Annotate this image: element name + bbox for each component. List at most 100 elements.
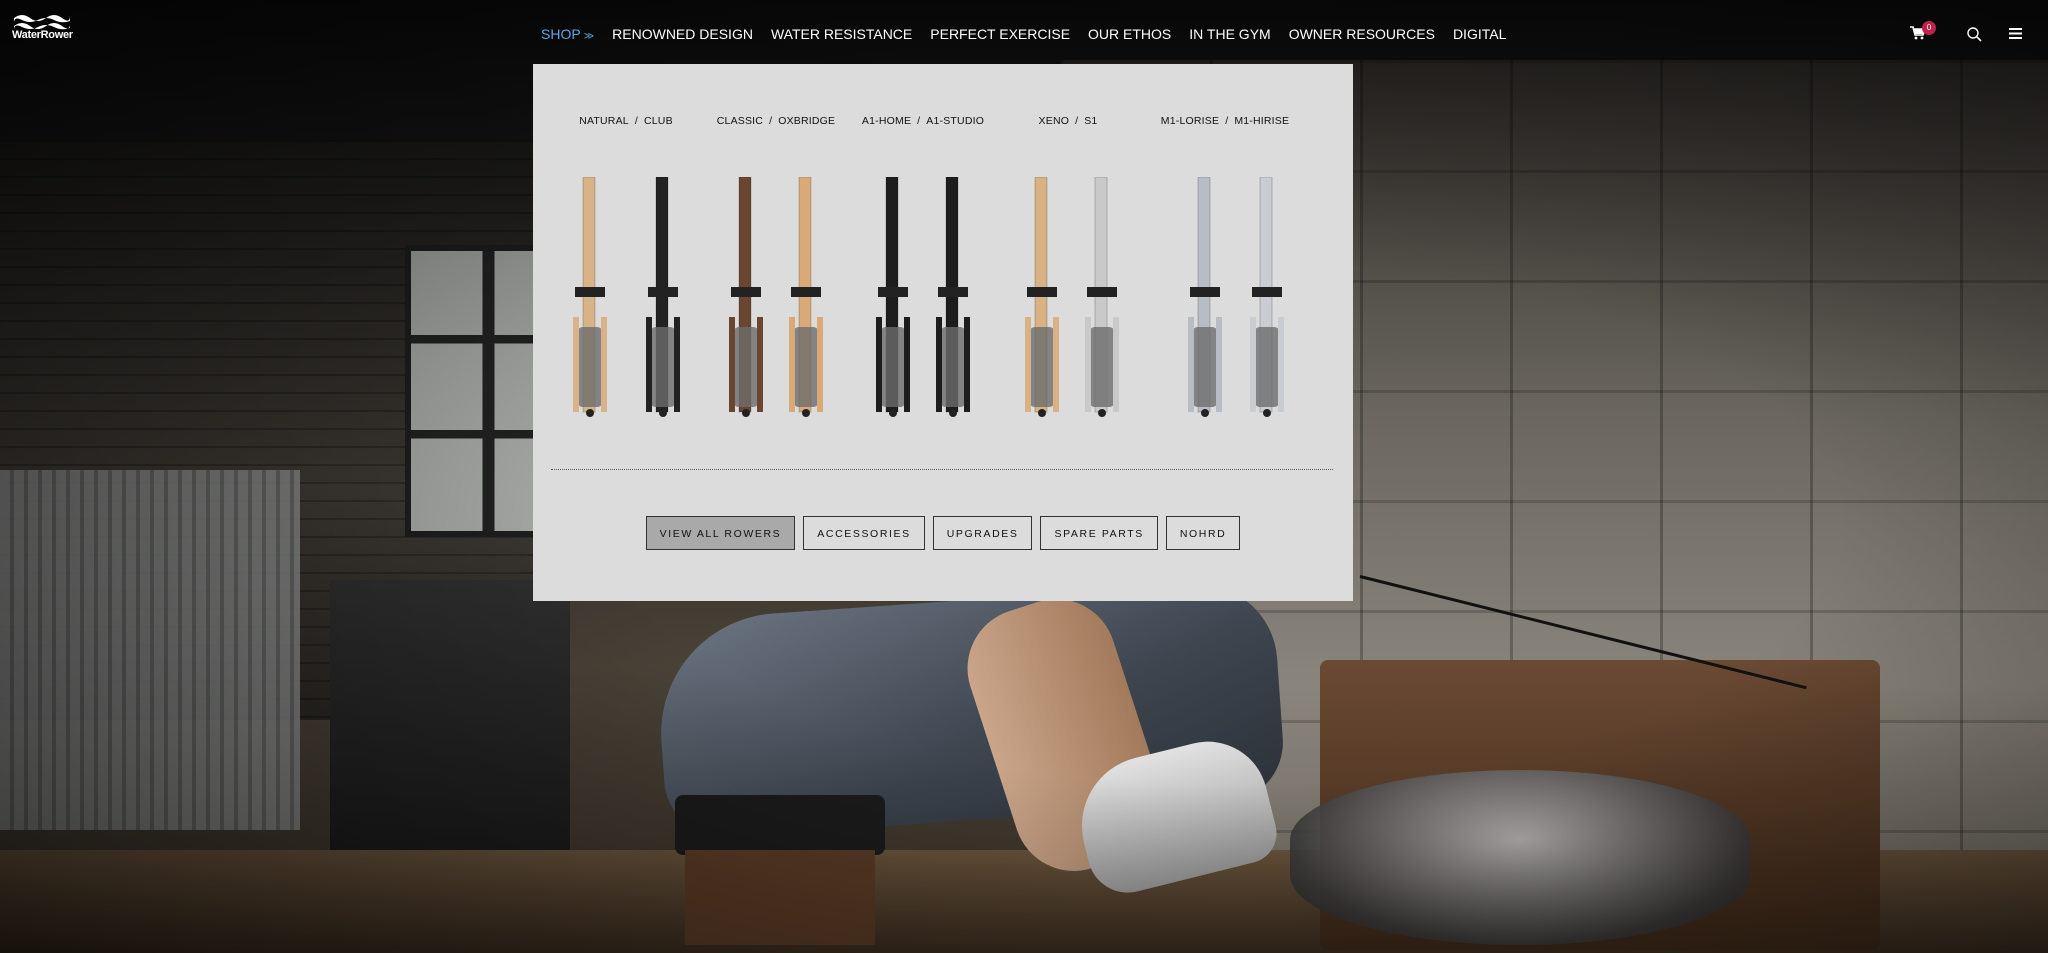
product-column-title: XENO / S1	[993, 115, 1143, 127]
rower-part	[729, 317, 735, 412]
rower-part	[575, 287, 605, 297]
rower-image-natural[interactable]	[573, 177, 607, 417]
rower-part	[1190, 287, 1220, 297]
rower-part	[791, 287, 821, 297]
rower-part	[1089, 327, 1115, 407]
product-link-a1-studio[interactable]: A1-STUDIO	[926, 115, 984, 127]
rower-part	[940, 327, 966, 407]
rower-part	[889, 409, 897, 417]
rower-part	[1087, 287, 1117, 297]
product-link-a1-home[interactable]: A1-HOME	[862, 115, 911, 127]
upgrades-button[interactable]: UPGRADES	[932, 516, 1033, 550]
rower-part	[1038, 409, 1046, 417]
product-link-m1-hirise[interactable]: M1-HIRISE	[1234, 115, 1289, 127]
rower-part	[1250, 317, 1256, 412]
rower-part	[1053, 317, 1059, 412]
separator: /	[1225, 115, 1229, 127]
product-column-a1-home-a1-studio: A1-HOME / A1-STUDIO	[848, 64, 998, 444]
rower-part	[1263, 409, 1271, 417]
menu-divider	[551, 469, 1333, 470]
logo-text: WaterRower	[12, 29, 73, 41]
rower-part	[789, 317, 795, 412]
chevron-down-icon: ≫	[583, 31, 595, 42]
rower-image-club[interactable]	[646, 177, 680, 417]
rower-part	[938, 287, 968, 297]
rower-part	[1192, 327, 1218, 407]
rower-part	[1098, 409, 1106, 417]
rower-part	[1188, 317, 1194, 412]
nav-item-perfect-exercise[interactable]: PERFECT EXERCISE	[930, 26, 1070, 42]
product-link-s1[interactable]: S1	[1084, 115, 1097, 127]
rower-part	[793, 327, 819, 407]
site-header: WaterRower SHOP ≫ RENOWNED DESIGN WATER R…	[0, 0, 2048, 70]
rower-part	[601, 317, 607, 412]
rower-part	[904, 317, 910, 412]
rower-image-m1-lorise[interactable]	[1188, 177, 1222, 417]
rower-image-xeno[interactable]	[1025, 177, 1059, 417]
rower-image-classic[interactable]	[729, 177, 763, 417]
rower-image-a1-studio[interactable]	[936, 177, 970, 417]
product-link-club[interactable]: CLUB	[644, 115, 673, 127]
accessories-button[interactable]: ACCESSORIES	[803, 516, 925, 550]
rower-part	[757, 317, 763, 412]
rower-part	[646, 317, 652, 412]
rower-part	[1254, 327, 1280, 407]
rower-part	[878, 287, 908, 297]
product-link-natural[interactable]: NATURAL	[579, 115, 629, 127]
rower-part	[817, 317, 823, 412]
product-link-xeno[interactable]: XENO	[1039, 115, 1070, 127]
rower-part	[650, 327, 676, 407]
rower-part	[1252, 287, 1282, 297]
nav-item-shop[interactable]: SHOP ≫	[541, 26, 594, 42]
rower-part	[1025, 317, 1031, 412]
nav-item-in-the-gym[interactable]: IN THE GYM	[1189, 26, 1270, 42]
rower-part	[1278, 317, 1284, 412]
rower-image-oxbridge[interactable]	[789, 177, 823, 417]
rower-part	[1085, 317, 1091, 412]
rower-image-s1[interactable]	[1085, 177, 1119, 417]
rower-part	[648, 287, 678, 297]
shop-buttons: VIEW ALL ROWERS ACCESSORIES UPGRADES SPA…	[533, 516, 1353, 550]
rower-part	[876, 317, 882, 412]
separator: /	[917, 115, 921, 127]
product-link-m1-lorise[interactable]: M1-LORISE	[1161, 115, 1219, 127]
view-all-rowers-button[interactable]: VIEW ALL ROWERS	[645, 516, 796, 550]
rower-part	[742, 409, 750, 417]
search-icon[interactable]	[1966, 26, 1982, 42]
product-column-title: A1-HOME / A1-STUDIO	[848, 115, 998, 127]
product-column-xeno-s1: XENO / S1	[993, 64, 1143, 444]
nav-item-renowned-design[interactable]: RENOWNED DESIGN	[612, 26, 753, 42]
rower-image-m1-hirise[interactable]	[1250, 177, 1284, 417]
nav-item-owner-resources[interactable]: OWNER RESOURCES	[1289, 26, 1435, 42]
nohrd-button[interactable]: NOHRD	[1165, 516, 1241, 550]
cart-count-badge: 0	[1922, 21, 1936, 35]
rower-part	[936, 317, 942, 412]
product-link-classic[interactable]: CLASSIC	[717, 115, 763, 127]
product-column-title: M1-LORISE / M1-HIRISE	[1150, 115, 1300, 127]
rower-part	[733, 327, 759, 407]
hamburger-icon[interactable]	[2009, 28, 2022, 39]
product-column-natural-club: NATURAL / CLUB	[551, 64, 701, 444]
rower-part	[573, 317, 579, 412]
rower-part	[659, 409, 667, 417]
shop-mega-menu: NATURAL / CLUB CLASSIC / OXBRIDGE A1-HOME / A1…	[533, 64, 1353, 601]
nav-item-water-resistance[interactable]: WATER RESISTANCE	[771, 26, 912, 42]
product-link-oxbridge[interactable]: OXBRIDGE	[778, 115, 835, 127]
rower-part	[1113, 317, 1119, 412]
rower-part	[577, 327, 603, 407]
rower-part	[964, 317, 970, 412]
nav-item-digital[interactable]: DIGITAL	[1453, 26, 1506, 42]
rower-part	[949, 409, 957, 417]
product-column-title: NATURAL / CLUB	[551, 115, 701, 127]
rower-image-a1-home[interactable]	[876, 177, 910, 417]
separator: /	[769, 115, 773, 127]
rower-part	[674, 317, 680, 412]
main-nav: SHOP ≫ RENOWNED DESIGN WATER RESISTANCE P…	[541, 26, 1524, 42]
product-column-title: CLASSIC / OXBRIDGE	[701, 115, 851, 127]
rower-part	[1027, 287, 1057, 297]
spare-parts-button[interactable]: SPARE PARTS	[1040, 516, 1158, 550]
rower-part	[880, 327, 906, 407]
rower-part	[1029, 327, 1055, 407]
nav-item-our-ethos[interactable]: OUR ETHOS	[1088, 26, 1171, 42]
rower-part	[731, 287, 761, 297]
